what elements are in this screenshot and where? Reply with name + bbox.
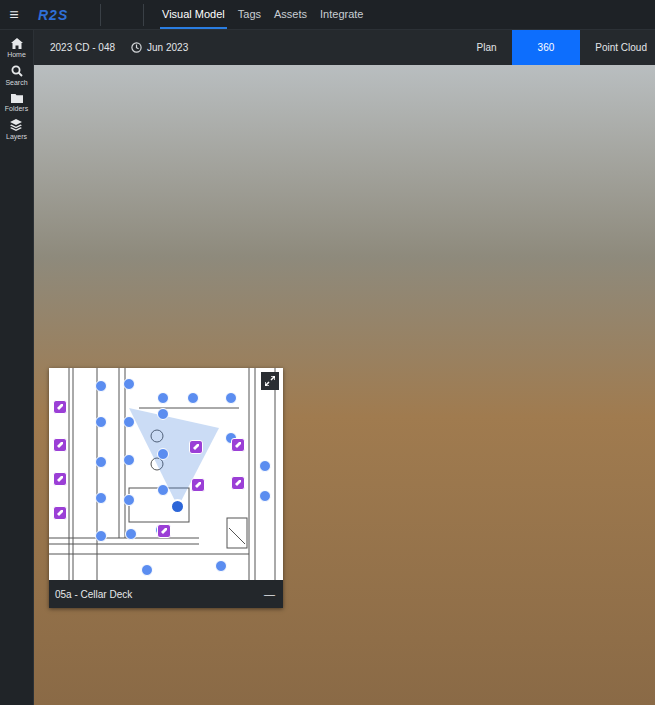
scan-point-pin[interactable] — [95, 492, 107, 504]
top-bar: ≡ R2S Visual Model Tags Assets Integrate — [0, 0, 655, 30]
sidebar-label: Home — [7, 51, 26, 58]
scan-point-pin[interactable] — [141, 564, 153, 576]
floor-plan[interactable] — [49, 368, 283, 580]
scan-point-pin[interactable] — [95, 380, 107, 392]
main-area: 2023 CD - 048 Jun 2023 Plan360Point Cloud… — [34, 30, 655, 705]
tag-marker-icon[interactable] — [53, 400, 67, 414]
scan-point-pin[interactable] — [95, 416, 107, 428]
collapse-button[interactable]: — — [264, 588, 275, 600]
scan-point-pin[interactable] — [123, 416, 135, 428]
scan-point-pin[interactable] — [157, 392, 169, 404]
scan-point-pin[interactable] — [123, 494, 135, 506]
tag-marker-icon[interactable] — [231, 438, 245, 452]
tag-marker-icon[interactable] — [191, 478, 205, 492]
scan-point-pin[interactable] — [187, 392, 199, 404]
separator — [143, 4, 144, 26]
clock-icon — [131, 42, 142, 53]
tag-marker-icon[interactable] — [189, 440, 203, 454]
sidebar: Home Search Folders Layers — [0, 30, 34, 705]
nav-tabs: Visual Model Tags Assets Integrate — [160, 0, 365, 29]
scan-point-pin[interactable] — [95, 456, 107, 468]
scan-point-pin[interactable] — [157, 484, 169, 496]
tag-marker-icon[interactable] — [53, 506, 67, 520]
scan-point-pin[interactable] — [95, 530, 107, 542]
scan-date[interactable]: Jun 2023 — [131, 42, 188, 53]
sidebar-item[interactable]: Folders — [5, 93, 28, 112]
sidebar-label: Layers — [6, 133, 27, 140]
scan-point-pin[interactable] — [225, 392, 237, 404]
home-icon — [11, 38, 23, 49]
expand-icon[interactable] — [261, 372, 279, 390]
toolbar: 2023 CD - 048 Jun 2023 Plan360Point Cloud — [34, 30, 655, 65]
nav-tab[interactable]: Tags — [236, 0, 263, 29]
tag-marker-icon[interactable] — [53, 472, 67, 486]
sidebar-item[interactable]: Home — [7, 38, 26, 58]
tag-marker-icon[interactable] — [157, 524, 171, 538]
scan-point-pin[interactable] — [157, 448, 169, 460]
layers-icon — [10, 119, 22, 131]
nav-tab[interactable]: Assets — [272, 0, 309, 29]
minimap-footer: 05a - Cellar Deck— — [49, 580, 283, 608]
view-mode-button[interactable]: 360 — [512, 30, 581, 65]
view-mode-button[interactable]: Plan — [462, 30, 512, 65]
logo[interactable]: R2S — [38, 7, 88, 23]
tag-marker-icon[interactable] — [231, 476, 245, 490]
search-icon — [11, 65, 23, 77]
scan-point-pin[interactable] — [259, 460, 271, 472]
scan-name: 2023 CD - 048 — [50, 42, 115, 53]
app-window: ≡ R2S Visual Model Tags Assets Integrate Home S… — [0, 0, 655, 705]
scan-point-pin[interactable] — [259, 490, 271, 502]
scan-point-pin[interactable] — [123, 454, 135, 466]
nav-tab[interactable]: Visual Model — [160, 0, 227, 29]
sidebar-label: Folders — [5, 105, 28, 112]
sidebar-item[interactable]: Search — [5, 65, 27, 86]
scan-point-pin[interactable] — [170, 499, 185, 514]
sidebar-label: Search — [5, 79, 27, 86]
minimap-title: 05a - Cellar Deck — [55, 589, 264, 600]
scan-point-pin[interactable] — [157, 408, 169, 420]
tag-marker-icon[interactable] — [53, 438, 67, 452]
scan-point-pin[interactable] — [123, 378, 135, 390]
panorama-view[interactable]: 05a - Cellar Deck— — [34, 65, 655, 705]
folder-icon — [11, 93, 23, 103]
menu-icon[interactable]: ≡ — [2, 6, 26, 24]
minimap: 05a - Cellar Deck— — [49, 368, 283, 608]
nav-tab[interactable]: Integrate — [318, 0, 365, 29]
sidebar-item[interactable]: Layers — [6, 119, 27, 140]
view-mode-button[interactable]: Point Cloud — [580, 30, 655, 65]
scan-point-pin[interactable] — [215, 560, 227, 572]
separator — [100, 4, 101, 26]
scan-point-pin[interactable] — [125, 528, 137, 540]
